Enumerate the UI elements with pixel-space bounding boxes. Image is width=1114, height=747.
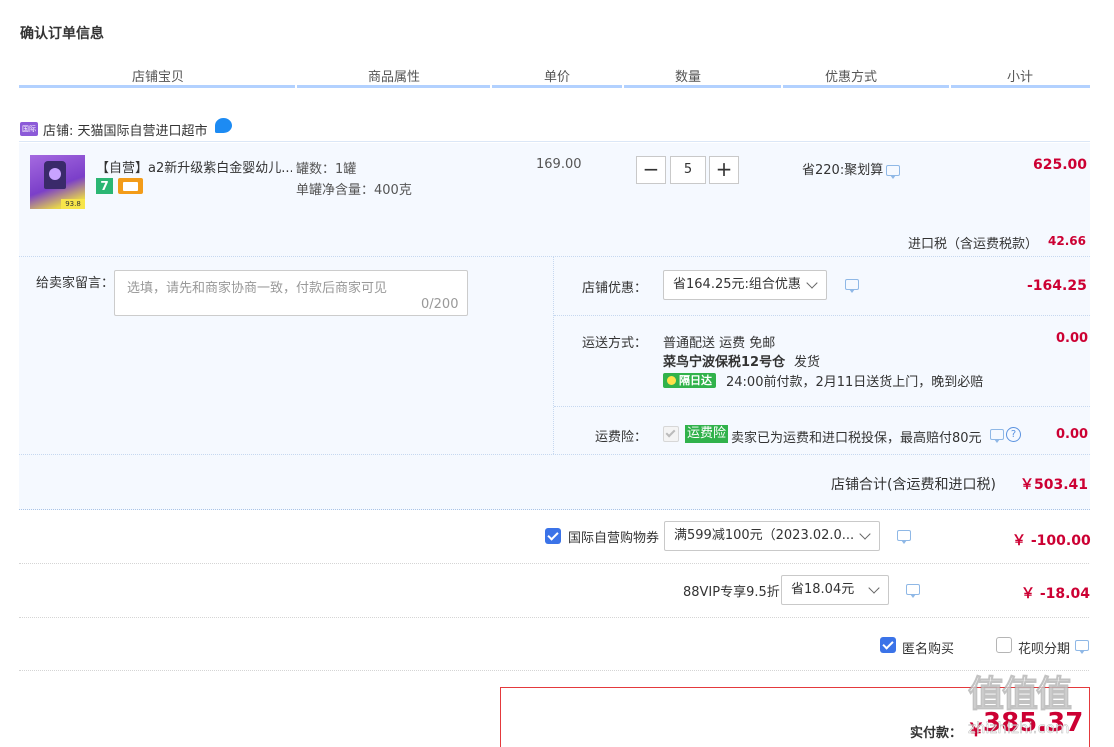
shop-row-divider [19, 141, 1090, 142]
product-can-label [49, 168, 61, 180]
unit-price: 169.00 [536, 157, 582, 172]
seven-day-return-text: 7 [100, 179, 109, 193]
import-tax-label: 进口税（含运费税款） [908, 237, 1039, 252]
quantity-input[interactable]: 5 [670, 156, 706, 184]
next-day-delivery-text: 隔日达 [679, 374, 712, 387]
coupon-select[interactable]: 满599减100元（2023.02.0... [664, 521, 880, 551]
coupon-checkbox[interactable] [545, 528, 561, 544]
shipping-fee-value: 0.00 [1056, 331, 1089, 346]
header-underline [19, 85, 1090, 88]
seller-message-label: 给卖家留言： [36, 276, 115, 291]
insurance-chat-icon[interactable] [990, 429, 1004, 443]
item-subtotal: 625.00 [1033, 157, 1088, 173]
column-header: 店铺宝贝 商品属性 单价 数量 优惠方式 小计 [19, 62, 1090, 88]
shop-discount-value: -164.25 [1027, 278, 1087, 294]
shipping-warehouse: 菜鸟宁波保税12号仓 [663, 355, 786, 370]
payment-summary-box: 实付款： ￥ 385.37 [500, 687, 1090, 747]
insurance-checkbox [663, 426, 679, 442]
column-attributes: 商品属性 [368, 70, 421, 85]
item-promo-text: 省220:聚划算 [802, 163, 884, 178]
shop-discount-chat-icon[interactable] [845, 279, 859, 293]
header-divider [949, 85, 951, 88]
seller-message-counter: 0/200 [421, 297, 459, 312]
shop-total-value: ￥503.41 [1020, 477, 1089, 493]
shop-badge-icon: 国际 [20, 122, 38, 136]
header-divider [622, 85, 624, 88]
vip-chat-icon[interactable] [906, 584, 920, 598]
shop-discount-select[interactable]: 省164.25元:组合优惠 [663, 270, 827, 300]
insurance-value: 0.00 [1056, 427, 1089, 442]
huabei-label[interactable]: 花呗分期 [1018, 638, 1070, 657]
page-title: 确认订单信息 [20, 26, 104, 42]
chevron-down-icon [806, 277, 818, 289]
row-divider [19, 617, 1089, 618]
row-divider [19, 563, 1089, 564]
shop-discount-selected: 省164.25元:组合优惠 [673, 277, 801, 292]
column-subtotal: 小计 [1007, 70, 1034, 85]
coupon-selected: 满599减100元（2023.02.0... [674, 528, 855, 543]
seller-message-placeholder: 选填，请先和商家协商一致，付款后商家可见 [127, 281, 388, 296]
column-unit-price: 单价 [544, 70, 571, 85]
shop-badge-text: 国际 [22, 125, 36, 133]
check-icon [665, 427, 676, 438]
import-tax-value: 42.66 [1048, 234, 1086, 248]
help-icon-glyph: ? [1010, 429, 1017, 440]
coupon-label: 国际自营购物券 [568, 531, 660, 546]
shipping-eta: 24:00前付款，2月11日送货上门，晚到必赔 [726, 375, 984, 390]
seller-message-input[interactable]: 选填，请先和商家协商一致，付款后商家可见 0/200 [114, 270, 468, 316]
shipping-warehouse-suffix: 发货 [794, 355, 821, 370]
credit-card-icon-inner [123, 182, 138, 191]
chevron-down-icon [859, 528, 871, 540]
help-icon[interactable]: ? [1006, 427, 1021, 442]
credit-card-icon [118, 178, 143, 194]
panel-divider [554, 315, 1090, 316]
coupon-value: ￥ -100.00 [1012, 533, 1091, 549]
column-discount: 优惠方式 [825, 70, 878, 85]
row-divider [19, 670, 1089, 671]
insurance-text: 卖家已为运费和进口税投保，最高赔付80元 [731, 431, 982, 446]
shop-row: 国际 店铺: 天猫国际自营进口超市 [19, 116, 1090, 142]
product-attr-count: 罐数：1罐 [296, 162, 357, 177]
product-score-text: 93.8 [65, 200, 81, 208]
header-divider [781, 85, 783, 88]
coupon-chat-icon[interactable] [897, 530, 911, 544]
product-score-badge: 93.8 [61, 199, 85, 209]
panel-vertical-divider [553, 257, 554, 454]
shop-total-label: 店铺合计(含运费和进口税) [831, 477, 996, 493]
vip-label: 88VIP专享9.5折 [683, 585, 780, 600]
chevron-down-icon [868, 582, 880, 594]
wangwang-chat-icon[interactable] [215, 118, 232, 133]
payment-label: 实付款： [910, 726, 963, 741]
panel-divider [19, 454, 1090, 455]
header-divider [490, 85, 492, 88]
shop-name-link[interactable]: 店铺: 天猫国际自营进口超市 [43, 120, 208, 139]
header-divider [295, 85, 297, 88]
vip-select[interactable]: 省18.04元 [781, 575, 889, 605]
insurance-label: 运费险： [595, 430, 648, 445]
quantity-plus-button[interactable]: + [709, 156, 739, 184]
quantity-minus-button[interactable]: − [636, 156, 666, 184]
column-quantity: 数量 [675, 70, 702, 85]
insurance-tag: 运费险 [685, 425, 729, 443]
shipping-method: 普通配送 运费 免邮 [663, 336, 776, 351]
anonymous-checkbox[interactable] [880, 637, 896, 653]
column-shop-item: 店铺宝贝 [132, 70, 185, 85]
product-thumbnail[interactable]: 93.8 [30, 155, 85, 209]
payment-total-value: 385.37 [983, 708, 1084, 738]
anonymous-label[interactable]: 匿名购买 [902, 638, 954, 657]
shop-discount-label: 店铺优惠： [582, 281, 648, 296]
next-day-delivery-tag: 隔日达 [663, 373, 716, 388]
shipping-label: 运送方式： [582, 336, 648, 351]
vip-selected: 省18.04元 [791, 582, 855, 597]
lightning-icon [667, 376, 676, 385]
seven-day-return-icon: 7 [96, 178, 113, 194]
product-title-link[interactable]: 【自营】a2新升级紫白金婴幼儿... [96, 157, 292, 176]
vip-value: ￥ -18.04 [1021, 586, 1090, 602]
huabei-checkbox[interactable] [996, 637, 1012, 653]
product-attr-weight: 单罐净含量：400克 [296, 183, 412, 198]
panel-divider [554, 406, 1090, 407]
huabei-chat-icon[interactable] [1075, 640, 1089, 654]
item-promo-chat-icon[interactable] [886, 165, 900, 179]
